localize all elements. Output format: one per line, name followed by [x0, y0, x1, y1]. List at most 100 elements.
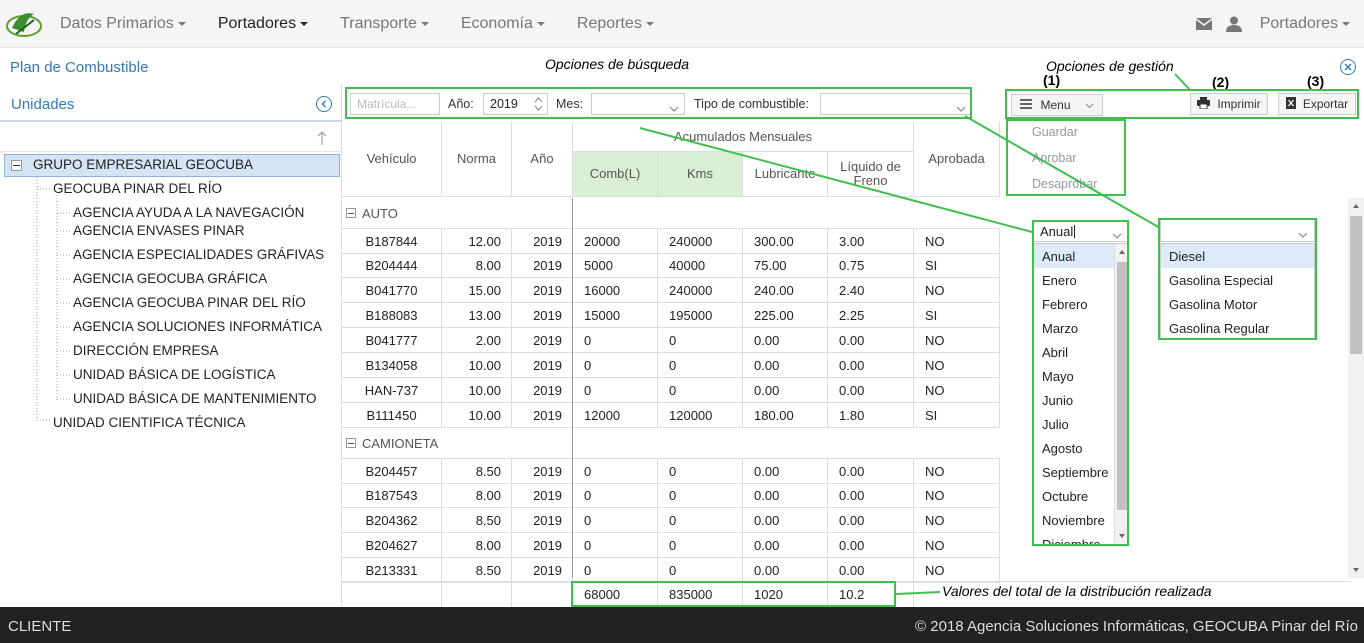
cell-year[interactable]: 2019	[512, 229, 573, 254]
cell-vehicle[interactable]: HAN-737	[342, 378, 442, 403]
menu-reportes[interactable]: Reportes	[577, 15, 654, 33]
cell-vehicle[interactable]: B204362	[342, 508, 442, 533]
cell-fuel[interactable]: 0	[573, 508, 658, 533]
cell-kms[interactable]: 0	[658, 459, 743, 484]
cell-year[interactable]: 2019	[512, 533, 573, 558]
col-header-kms[interactable]: Kms	[658, 152, 743, 197]
cell-brake-fluid[interactable]: 0.75	[828, 253, 914, 278]
cell-lubricant[interactable]: 0.00	[743, 328, 828, 353]
cell-approved[interactable]: NO	[914, 483, 1000, 508]
cell-fuel[interactable]: 0	[573, 459, 658, 484]
table-row[interactable]: B041770 15.00 2019 16000 240000 240.00 2.40 NO	[342, 278, 1000, 303]
tree-node-agency[interactable]: AGENCIA AYUDA A LA NAVEGACIÓN	[73, 205, 304, 220]
cell-fuel[interactable]: 5000	[573, 253, 658, 278]
cell-year[interactable]: 2019	[512, 508, 573, 533]
cell-fuel[interactable]: 12000	[573, 403, 658, 428]
cell-year[interactable]: 2019	[512, 278, 573, 303]
cell-approved[interactable]: NO	[914, 378, 1000, 403]
tree-node-agency[interactable]: DIRECCIÓN EMPRESA	[73, 343, 219, 358]
scroll-down-icon[interactable]	[1348, 562, 1364, 578]
cell-vehicle[interactable]: B188083	[342, 303, 442, 328]
col-header-fuel[interactable]: Comb(L)	[573, 152, 658, 197]
cell-lubricant[interactable]: 300.00	[743, 229, 828, 254]
cell-year[interactable]: 2019	[512, 558, 573, 583]
col-header-lubricant[interactable]: Lubricante	[743, 152, 828, 197]
cell-approved[interactable]: NO	[914, 229, 1000, 254]
col-header-brake-fluid[interactable]: Líquido de Freno	[828, 152, 914, 197]
cell-norm[interactable]: 8.50	[442, 558, 512, 583]
cell-vehicle[interactable]: B187844	[342, 229, 442, 254]
cell-kms[interactable]: 0	[658, 328, 743, 353]
table-row[interactable]: B187844 12.00 2019 20000 240000 300.00 3.00 NO	[342, 228, 1000, 254]
cell-lubricant[interactable]: 0.00	[743, 459, 828, 484]
cell-norm[interactable]: 8.00	[442, 483, 512, 508]
cell-lubricant[interactable]: 225.00	[743, 303, 828, 328]
cell-fuel[interactable]: 20000	[573, 229, 658, 254]
table-row[interactable]: B204444 8.00 2019 5000 40000 75.00 0.75 SI	[342, 253, 1000, 278]
table-row[interactable]: B204362 8.50 2019 0 0 0.00 0.00 NO	[342, 508, 1000, 533]
col-header-norm[interactable]: Norma	[442, 122, 512, 197]
table-row[interactable]: B204627 8.00 2019 0 0 0.00 0.00 NO	[342, 533, 1000, 558]
cell-approved[interactable]: SI	[914, 253, 1000, 278]
cell-vehicle[interactable]: B111450	[342, 403, 442, 428]
sort-up-icon[interactable]	[316, 130, 328, 149]
cell-approved[interactable]: SI	[914, 303, 1000, 328]
tree-node-agency[interactable]: UNIDAD BÁSICA DE MANTENIMIENTO	[73, 391, 317, 406]
table-row[interactable]: B188083 13.00 2019 15000 195000 225.00 2.25 SI	[342, 303, 1000, 328]
cell-brake-fluid[interactable]: 0.00	[828, 353, 914, 378]
tree-node-agency[interactable]: AGENCIA ENVASES PINAR	[73, 223, 245, 238]
table-row[interactable]: B187543 8.00 2019 0 0 0.00 0.00 NO	[342, 483, 1000, 508]
cell-brake-fluid[interactable]: 0.00	[828, 459, 914, 484]
table-row[interactable]: B213331 8.50 2019 0 0 0.00 0.00 NO	[342, 558, 1000, 583]
menu-transporte[interactable]: Transporte	[340, 15, 429, 33]
cell-kms[interactable]: 0	[658, 378, 743, 403]
cell-fuel[interactable]: 0	[573, 483, 658, 508]
cell-approved[interactable]: SI	[914, 403, 1000, 428]
cell-kms[interactable]: 0	[658, 483, 743, 508]
cell-approved[interactable]: NO	[914, 278, 1000, 303]
cell-lubricant[interactable]: 0.00	[743, 508, 828, 533]
cell-brake-fluid[interactable]: 2.25	[828, 303, 914, 328]
tree-collapse-icon[interactable]	[11, 160, 22, 171]
cell-brake-fluid[interactable]: 2.40	[828, 278, 914, 303]
cell-lubricant[interactable]: 0.00	[743, 483, 828, 508]
menu-datos-primarios[interactable]: Datos Primarios	[60, 15, 186, 33]
cell-kms[interactable]: 0	[658, 353, 743, 378]
cell-fuel[interactable]: 0	[573, 353, 658, 378]
cell-norm[interactable]: 2.00	[442, 328, 512, 353]
cell-vehicle[interactable]: B204444	[342, 253, 442, 278]
user-menu[interactable]: Portadores	[1260, 15, 1350, 33]
cell-lubricant[interactable]: 0.00	[743, 558, 828, 583]
cell-vehicle[interactable]: B134058	[342, 353, 442, 378]
cell-norm[interactable]: 13.00	[442, 303, 512, 328]
cell-fuel[interactable]: 0	[573, 558, 658, 583]
group-collapse-icon[interactable]	[346, 438, 356, 448]
tree-node-agency[interactable]: AGENCIA GEOCUBA PINAR DEL RÍO	[73, 295, 306, 310]
cell-norm[interactable]: 8.50	[442, 459, 512, 484]
cell-fuel[interactable]: 16000	[573, 278, 658, 303]
cell-brake-fluid[interactable]: 0.00	[828, 533, 914, 558]
cell-brake-fluid[interactable]: 0.00	[828, 558, 914, 583]
cell-kms[interactable]: 195000	[658, 303, 743, 328]
cell-vehicle[interactable]: B204457	[342, 459, 442, 484]
cell-norm[interactable]: 8.00	[442, 533, 512, 558]
close-icon[interactable]	[1340, 59, 1356, 75]
user-icon[interactable]	[1225, 16, 1242, 32]
scroll-up-icon[interactable]	[1348, 198, 1364, 214]
table-row[interactable]: B111450 10.00 2019 12000 120000 180.00 1.80 SI	[342, 403, 1000, 428]
cell-brake-fluid[interactable]: 0.00	[828, 328, 914, 353]
cell-year[interactable]: 2019	[512, 403, 573, 428]
cell-brake-fluid[interactable]: 0.00	[828, 508, 914, 533]
cell-norm[interactable]: 15.00	[442, 278, 512, 303]
group-collapse-icon[interactable]	[346, 208, 356, 218]
cell-year[interactable]: 2019	[512, 459, 573, 484]
cell-approved[interactable]: NO	[914, 328, 1000, 353]
cell-approved[interactable]: NO	[914, 533, 1000, 558]
cell-kms[interactable]: 0	[658, 508, 743, 533]
cell-norm[interactable]: 10.00	[442, 378, 512, 403]
collapse-panel-icon[interactable]	[316, 96, 332, 112]
col-header-year[interactable]: Año	[512, 122, 573, 197]
tree-node-agency[interactable]: AGENCIA GEOCUBA GRÁFICA	[73, 271, 267, 286]
cell-lubricant[interactable]: 180.00	[743, 403, 828, 428]
cell-norm[interactable]: 10.00	[442, 353, 512, 378]
